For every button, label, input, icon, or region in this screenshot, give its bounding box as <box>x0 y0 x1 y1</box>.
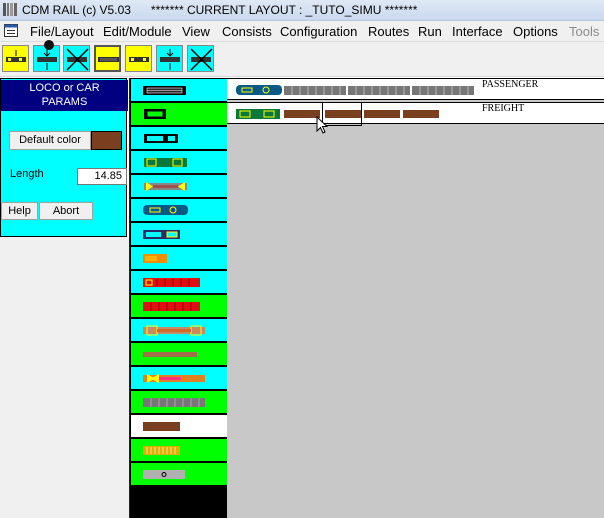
loco-switcher-black-icon <box>144 109 166 119</box>
menu-consists[interactable]: Consists <box>222 24 272 39</box>
params-title-line2: PARAMS <box>41 96 88 108</box>
car-brown-box-icon <box>143 422 180 431</box>
window-title: CDM RAIL (c) V5.03 ******* CURRENT LAYOU… <box>22 3 418 17</box>
car-gray-dashed-icon <box>143 398 205 407</box>
title-bar: CDM RAIL (c) V5.03 ******* CURRENT LAYOU… <box>0 0 604 21</box>
consist-label-freight: FREIGHT <box>482 103 525 114</box>
params-title-line1: LOCO or CAR <box>29 82 100 94</box>
app-icon <box>3 3 17 16</box>
car-cyan-outline-icon <box>143 230 180 239</box>
left-panel-background <box>0 237 129 518</box>
palette-item-loco-diesel-black[interactable] <box>131 79 227 102</box>
palette-item-loco-switcher-outline[interactable] <box>131 127 227 150</box>
car-remove-icon <box>160 49 180 70</box>
palette-item-car-brown-flat[interactable] <box>131 343 227 366</box>
params-title: LOCO or CAR PARAMS <box>1 80 128 111</box>
palette-item-car-orange-pink-trucks[interactable] <box>131 367 227 390</box>
car-yellow-hopper-icon <box>143 446 180 455</box>
palette-item-car-yellow-hopper[interactable] <box>131 439 227 462</box>
default-color-button[interactable]: Default color <box>9 131 91 150</box>
system-menu-icon[interactable] <box>4 24 18 37</box>
menu-options[interactable]: Options <box>513 24 558 39</box>
car-red-dashed-icon <box>143 278 200 287</box>
car-left-button[interactable] <box>2 45 29 72</box>
palette-item-car-orange-yellow-trucks[interactable] <box>131 319 227 342</box>
palette-item-car-gray-dashed[interactable] <box>131 391 227 414</box>
consist-row-freight[interactable]: FREIGHT <box>227 102 604 124</box>
palette-item-car-gray-single[interactable] <box>131 463 227 486</box>
default-color-swatch[interactable] <box>91 131 122 150</box>
car-brown-flat-icon <box>143 352 197 357</box>
car-orange-yellow-trucks-icon <box>143 325 205 336</box>
menu-edit-module[interactable]: Edit/Module <box>103 24 172 39</box>
palette-item-car-orange-short[interactable] <box>131 247 227 270</box>
consist-label-passenger: PASSENGER <box>482 79 539 90</box>
menu-tools[interactable]: Tools <box>569 24 599 39</box>
car-remove-cross-button[interactable] <box>187 45 214 72</box>
menu-file-layout[interactable]: File/Layout <box>30 24 94 39</box>
palette-item-car-green-yellow-trucks[interactable] <box>131 151 227 174</box>
car-remove-cross-icon <box>190 48 213 71</box>
menu-bar: File/Layout Edit/Module View Consists Co… <box>0 21 604 50</box>
loco-switcher-outline-icon <box>144 134 178 143</box>
passenger-train-graphic <box>236 85 474 95</box>
car-selected-icon <box>98 57 119 62</box>
length-label: Length <box>10 168 44 180</box>
menu-view[interactable]: View <box>182 24 210 39</box>
palette-item-car-brown-box[interactable] <box>131 415 227 438</box>
abort-button[interactable]: Abort <box>39 202 93 220</box>
length-input[interactable]: 14.85 <box>77 168 127 185</box>
loco-diesel-black-icon <box>143 86 186 95</box>
help-button[interactable]: Help <box>1 202 38 220</box>
consist-canvas[interactable]: PASSENGER FREIGHT <box>227 78 604 518</box>
menu-run[interactable]: Run <box>418 24 442 39</box>
palette-item-car-red-blocks[interactable] <box>131 295 227 318</box>
palette-item-car-cyan-outline[interactable] <box>131 223 227 246</box>
car-left-icon <box>6 50 26 62</box>
car-orange-short-icon <box>143 254 167 263</box>
loco-blue-windows-icon <box>143 205 188 215</box>
car-gray-yellow-ends-icon <box>144 182 187 191</box>
menu-configuration[interactable]: Configuration <box>280 24 357 39</box>
delete-cross-button[interactable] <box>63 45 90 72</box>
car-yellow-button[interactable] <box>125 45 152 72</box>
mouse-pointer-icon <box>316 116 329 134</box>
palette-item-loco-blue-windows[interactable] <box>131 199 227 222</box>
car-green-yellow-trucks-icon <box>144 158 187 167</box>
palette-item-loco-switcher-black[interactable] <box>131 103 227 126</box>
car-yellow-icon <box>129 57 149 62</box>
delete-cross-icon <box>66 48 89 71</box>
menu-interface[interactable]: Interface <box>452 24 503 39</box>
menu-routes[interactable]: Routes <box>368 24 409 39</box>
consist-row-passenger[interactable]: PASSENGER <box>227 78 604 100</box>
uncouple-icon <box>37 49 57 70</box>
car-red-blocks-icon <box>143 302 200 311</box>
car-orange-pink-trucks-icon <box>143 374 205 383</box>
car-selected-button[interactable] <box>94 45 121 72</box>
toolbar <box>0 42 604 77</box>
loco-car-params-panel: LOCO or CAR PARAMS Default color Length … <box>0 78 128 237</box>
pointer-dot <box>44 40 54 50</box>
palette-item-car-gray-yellow-ends[interactable] <box>131 175 227 198</box>
palette-item-car-red-dashed[interactable] <box>131 271 227 294</box>
vehicle-palette <box>129 78 228 518</box>
car-remove-button[interactable] <box>156 45 183 72</box>
car-gray-single-icon <box>143 470 185 479</box>
